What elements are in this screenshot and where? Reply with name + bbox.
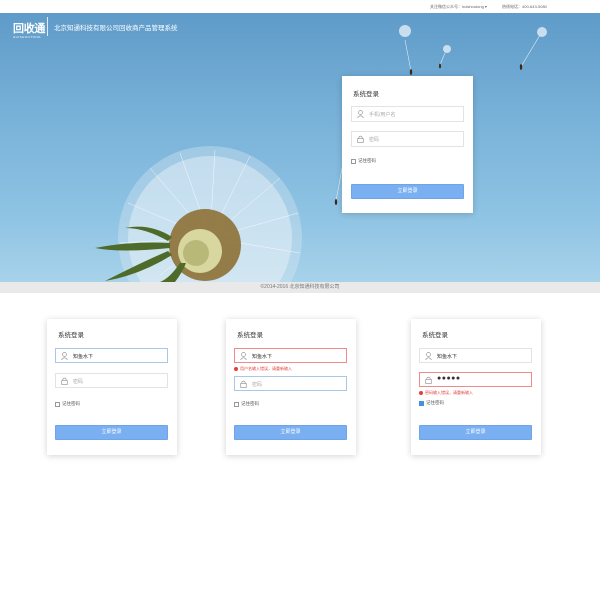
remember-label: 记住密码 xyxy=(358,158,376,163)
remember-checkbox[interactable] xyxy=(55,401,60,407)
username-error-message: 用户名输入错误，请重新输入 xyxy=(234,366,292,372)
footer-copyright: ©2014-2016 北京知通科技有限公司 xyxy=(0,282,600,293)
remember-label: 记住密码 xyxy=(62,401,80,406)
logo-divider xyxy=(47,17,48,36)
password-field[interactable]: 密码 xyxy=(55,373,168,388)
lock-icon xyxy=(357,135,364,143)
username-value: 知鱼水下 xyxy=(437,353,458,360)
remember-password[interactable]: 记住密码 xyxy=(419,400,444,406)
hotline-text: 热线电话：400-643-5080 xyxy=(502,4,547,9)
login-title: 系统登录 xyxy=(353,91,379,98)
password-field[interactable]: 密码 xyxy=(351,131,464,147)
password-placeholder: 密码 xyxy=(252,381,263,388)
password-value: ●●●●● xyxy=(437,375,461,382)
remember-checkbox-checked[interactable] xyxy=(419,400,424,406)
login-button[interactable]: 立即登录 xyxy=(419,425,532,440)
error-icon xyxy=(419,391,423,395)
login-title: 系统登录 xyxy=(237,332,263,339)
user-icon xyxy=(240,352,247,360)
remember-label: 记住密码 xyxy=(426,400,444,405)
login-button[interactable]: 立即登录 xyxy=(234,425,347,440)
user-icon xyxy=(425,352,432,360)
login-card-state-password-error: 系统登录 知鱼水下 ●●●●● 密码输入错误，请重新输入 记住密码 立即登录 xyxy=(411,319,541,455)
password-error-message: 密码输入错误，请重新输入 xyxy=(419,390,473,396)
follow-wechat-link[interactable]: 关注微信公众号：huishoutong ▾ xyxy=(430,4,487,10)
logo[interactable]: 回收通 HUISHOUTONG xyxy=(13,18,45,40)
lock-icon xyxy=(240,380,247,388)
error-icon xyxy=(234,367,238,371)
username-field[interactable]: 手机/用户名 xyxy=(351,106,464,122)
username-placeholder: 手机/用户名 xyxy=(369,111,396,118)
top-utility-bar: 关注微信公众号：huishoutong ▾ 热线电话：400-643-5080 xyxy=(0,0,600,13)
username-field[interactable]: 知鱼水下 xyxy=(55,348,168,363)
remember-checkbox[interactable] xyxy=(351,158,356,164)
remember-password[interactable]: 记住密码 xyxy=(351,158,376,164)
password-error-text: 密码输入错误，请重新输入 xyxy=(425,390,473,395)
username-error-text: 用户名输入错误，请重新输入 xyxy=(240,366,292,371)
username-field[interactable]: 知鱼水下 xyxy=(234,348,347,363)
password-placeholder: 密码 xyxy=(73,378,84,385)
username-value: 知鱼水下 xyxy=(252,353,273,360)
login-title: 系统登录 xyxy=(58,332,84,339)
lock-icon xyxy=(425,376,432,384)
remember-checkbox[interactable] xyxy=(234,401,239,407)
login-card-state-normal: 系统登录 知鱼水下 密码 记住密码 立即登录 xyxy=(47,319,177,455)
logo-subtext: HUISHOUTONG xyxy=(13,35,41,39)
remember-password[interactable]: 记住密码 xyxy=(234,401,259,407)
login-title: 系统登录 xyxy=(422,332,448,339)
password-field[interactable]: ●●●●● xyxy=(419,372,532,387)
login-button[interactable]: 立即登录 xyxy=(351,184,464,199)
password-field[interactable]: 密码 xyxy=(234,376,347,391)
system-title: 北京知通科技有限公司回收商产品管理系统 xyxy=(54,25,178,32)
logo-text: 回收通 xyxy=(13,22,46,35)
dandelion-illustration xyxy=(95,25,547,282)
user-icon xyxy=(357,110,364,118)
username-field[interactable]: 知鱼水下 xyxy=(419,348,532,363)
username-value: 知鱼水下 xyxy=(73,353,94,360)
password-placeholder: 密码 xyxy=(369,136,380,143)
remember-label: 记住密码 xyxy=(241,401,259,406)
lock-icon xyxy=(61,377,68,385)
login-card-main: 系统登录 手机/用户名 密码 记住密码 立即登录 xyxy=(342,76,473,213)
login-card-state-username-error: 系统登录 知鱼水下 用户名输入错误，请重新输入 密码 记住密码 立即登录 xyxy=(226,319,356,455)
login-button[interactable]: 立即登录 xyxy=(55,425,168,440)
hero-banner: 回收通 HUISHOUTONG 北京知通科技有限公司回收商产品管理系统 系统登录… xyxy=(0,13,600,282)
user-icon xyxy=(61,352,68,360)
remember-password[interactable]: 记住密码 xyxy=(55,401,80,407)
